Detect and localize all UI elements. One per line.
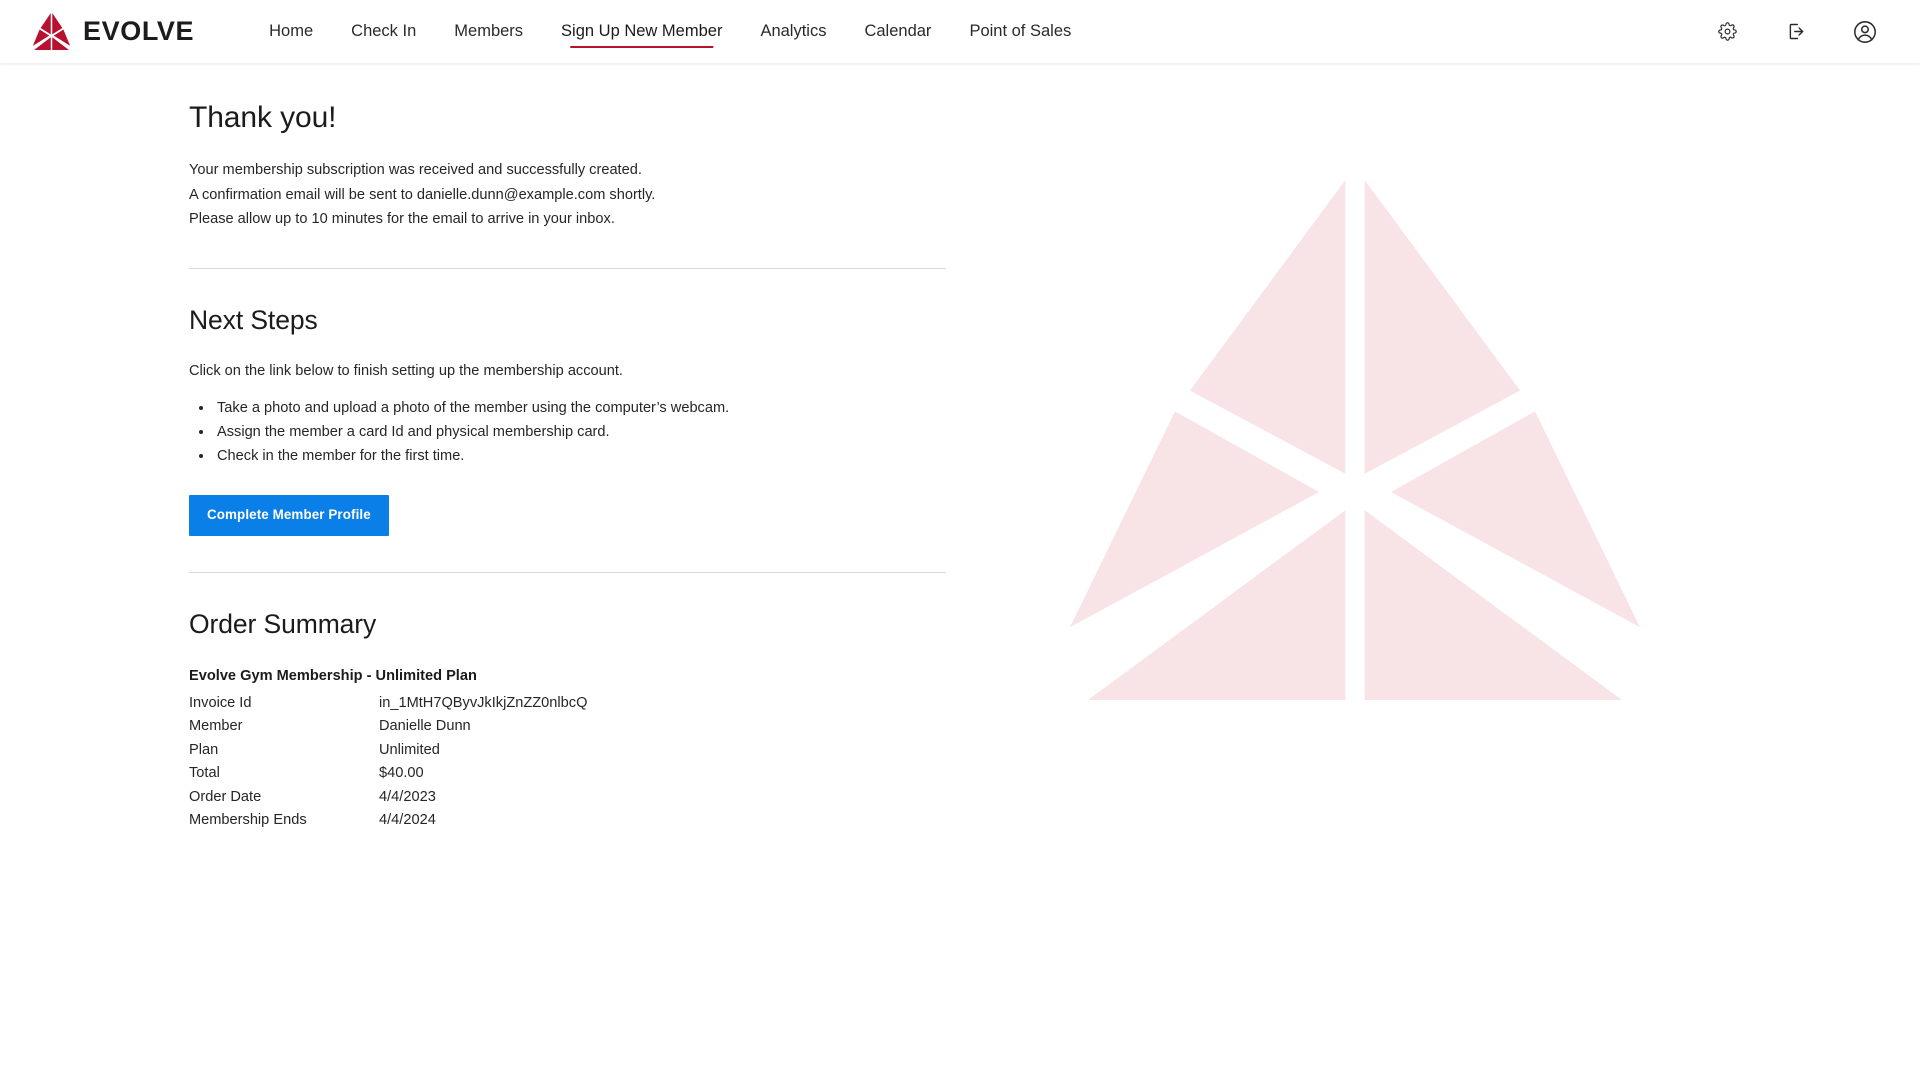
order-row-label: Total	[189, 765, 220, 781]
evolve-watermark-logo-icon	[1055, 180, 1655, 700]
settings-button[interactable]	[1712, 17, 1742, 47]
order-row-label: Plan	[189, 741, 219, 758]
table-row: Order Date 4/4/2023	[189, 789, 587, 813]
order-row-value: in_1MtH7QByvJkIkjZnZZ0nlbcQ	[379, 694, 588, 711]
next-steps-list: Take a photo and upload a photo of the m…	[189, 396, 949, 468]
nav-item-analytics[interactable]: Analytics	[741, 0, 845, 63]
next-steps-lede: Click on the link below to finish settin…	[189, 363, 623, 380]
list-item: Check in the member for the first time.	[214, 444, 949, 468]
order-summary-section: Order Summary Evolve Gym Membership - Un…	[189, 573, 949, 836]
brand-name: EVOLVE	[83, 16, 195, 46]
next-steps-heading: Next Steps	[189, 304, 318, 335]
header-actions	[1712, 17, 1880, 47]
order-row-label: Member	[189, 718, 243, 734]
order-row-value: 4/4/2023	[379, 788, 436, 805]
table-row: Total $40.00	[189, 765, 587, 789]
brand-logo-link[interactable]: EVOLVE	[31, 11, 194, 52]
account-button[interactable]	[1850, 17, 1880, 47]
primary-nav: Home Check In Members Sign Up New Member…	[250, 0, 1090, 63]
nav-item-home[interactable]: Home	[250, 0, 332, 63]
order-row-label: Order Date	[189, 788, 262, 805]
page-content: Thank you! Your membership subscription …	[0, 63, 1920, 1080]
logout-button[interactable]	[1781, 17, 1811, 47]
account-circle-icon	[1852, 19, 1878, 45]
gear-icon	[1717, 22, 1737, 41]
order-row-value: 4/4/2024	[379, 812, 436, 828]
order-row-value: Danielle Dunn	[379, 718, 471, 734]
order-row-label: Membership Ends	[189, 812, 307, 828]
page-title: Thank you!	[189, 101, 337, 134]
list-item: Take a photo and upload a photo of the m…	[214, 396, 949, 420]
order-product-name: Evolve Gym Membership - Unlimited Plan	[189, 667, 477, 684]
order-row-value: $40.00	[379, 765, 424, 781]
order-summary-heading: Order Summary	[189, 608, 377, 639]
table-row: Member Danielle Dunn	[189, 718, 587, 742]
confirmation-line-1: Your membership subscription was receive…	[189, 162, 642, 178]
confirmation-line-2: A confirmation email will be sent to dan…	[189, 186, 656, 203]
table-row: Membership Ends 4/4/2024	[189, 812, 587, 836]
app-header: EVOLVE Home Check In Members Sign Up New…	[0, 0, 1920, 63]
table-row: Invoice Id in_1MtH7QByvJkIkjZnZZ0nlbcQ	[189, 695, 587, 719]
confirmation-message: Your membership subscription was receive…	[189, 158, 949, 232]
order-summary-table: Invoice Id in_1MtH7QByvJkIkjZnZZ0nlbcQ M…	[189, 695, 587, 836]
nav-item-calendar[interactable]: Calendar	[845, 0, 950, 63]
nav-item-point-of-sales[interactable]: Point of Sales	[950, 0, 1090, 63]
list-item: Assign the member a card Id and physical…	[214, 420, 949, 444]
complete-member-profile-button[interactable]: Complete Member Profile	[189, 495, 389, 536]
main-column: Thank you! Your membership subscription …	[189, 63, 949, 836]
table-row: Plan Unlimited	[189, 742, 587, 766]
nav-item-sign-up-new-member[interactable]: Sign Up New Member	[542, 0, 741, 63]
evolve-triangle-logo-icon	[31, 11, 72, 52]
nav-item-members[interactable]: Members	[435, 0, 542, 63]
logout-icon	[1786, 21, 1807, 42]
confirmation-line-3: Please allow up to 10 minutes for the em…	[189, 211, 615, 227]
order-row-label: Invoice Id	[189, 694, 252, 711]
next-steps-section: Next Steps Click on the link below to fi…	[189, 269, 949, 536]
nav-item-check-in[interactable]: Check In	[332, 0, 435, 63]
order-row-value: Unlimited	[379, 741, 440, 758]
